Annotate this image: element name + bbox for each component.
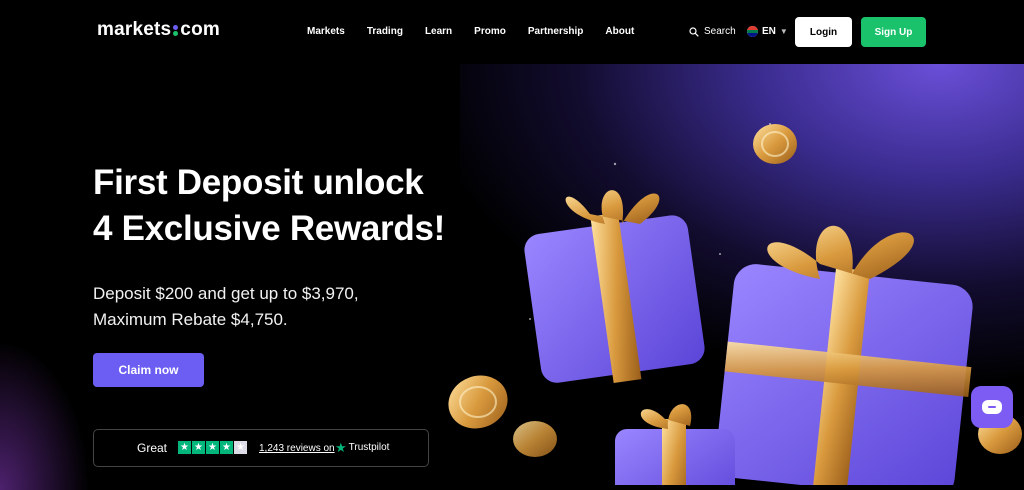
gift-box-icon [524, 190, 705, 384]
nav-item-learn[interactable]: Learn [425, 26, 452, 37]
rating-stars: ★ ★ ★ ★ ★ [178, 441, 247, 454]
chat-icon [982, 400, 1002, 414]
chat-button[interactable] [971, 386, 1013, 428]
signup-button[interactable]: Sign Up [861, 17, 926, 47]
reviews-link[interactable]: 1,243 reviews on [259, 443, 335, 454]
star-empty-icon: ★ [234, 441, 247, 454]
search-icon [689, 26, 699, 37]
search-button[interactable]: Search [689, 26, 736, 37]
trustpilot-logo: ★ Trustpilot [335, 439, 390, 455]
subline-line-2: Maximum Rebate $4,750. [93, 310, 288, 329]
nav-item-partnership[interactable]: Partnership [528, 26, 584, 37]
hero-glow [0, 340, 90, 490]
logo-dots [173, 24, 179, 36]
coin-icon [448, 375, 557, 457]
chevron-down-icon: ▼ [779, 27, 788, 36]
coin-icon [753, 124, 797, 164]
star-icon: ★ [220, 441, 233, 454]
star-icon: ★ [178, 441, 191, 454]
rating-word: Great [137, 441, 168, 455]
logo-text-right: com [180, 19, 220, 40]
search-label: Search [704, 26, 736, 37]
hero-headline: First Deposit unlock 4 Exclusive Rewards… [93, 160, 445, 252]
gift-box-icon [715, 225, 973, 485]
star-icon: ★ [192, 441, 205, 454]
nav-item-markets[interactable]: Markets [307, 26, 345, 37]
south-africa-flag-icon [747, 26, 758, 37]
trustpilot-widget[interactable]: Great ★ ★ ★ ★ ★ 1,243 reviews on ★ Trust… [93, 429, 429, 467]
hero-subline: Deposit $200 and get up to $3,970, Maxim… [93, 281, 359, 333]
headline-line-1: First Deposit unlock [93, 163, 424, 202]
star-icon: ★ [206, 441, 219, 454]
nav-item-about[interactable]: About [605, 26, 634, 37]
claim-now-button[interactable]: Claim now [93, 353, 204, 387]
nav-item-promo[interactable]: Promo [474, 26, 506, 37]
top-nav: markets com Markets Trading Learn Promo … [0, 0, 1024, 64]
gift-box-icon [615, 404, 735, 485]
trustpilot-brand: Trustpilot [348, 442, 390, 453]
main-menu: Markets Trading Learn Promo Partnership … [307, 26, 634, 37]
gifts-illustration [448, 123, 1022, 485]
nav-item-trading[interactable]: Trading [367, 26, 403, 37]
logo-text-left: markets [97, 19, 172, 40]
language-selector[interactable]: EN ▼ [747, 26, 788, 37]
trustpilot-star-icon: ★ [335, 439, 347, 455]
language-label: EN [762, 26, 776, 37]
logo[interactable]: markets com [97, 19, 220, 41]
login-button[interactable]: Login [795, 17, 852, 47]
subline-line-1: Deposit $200 and get up to $3,970, [93, 284, 359, 303]
headline-line-2: 4 Exclusive Rewards! [93, 209, 445, 248]
